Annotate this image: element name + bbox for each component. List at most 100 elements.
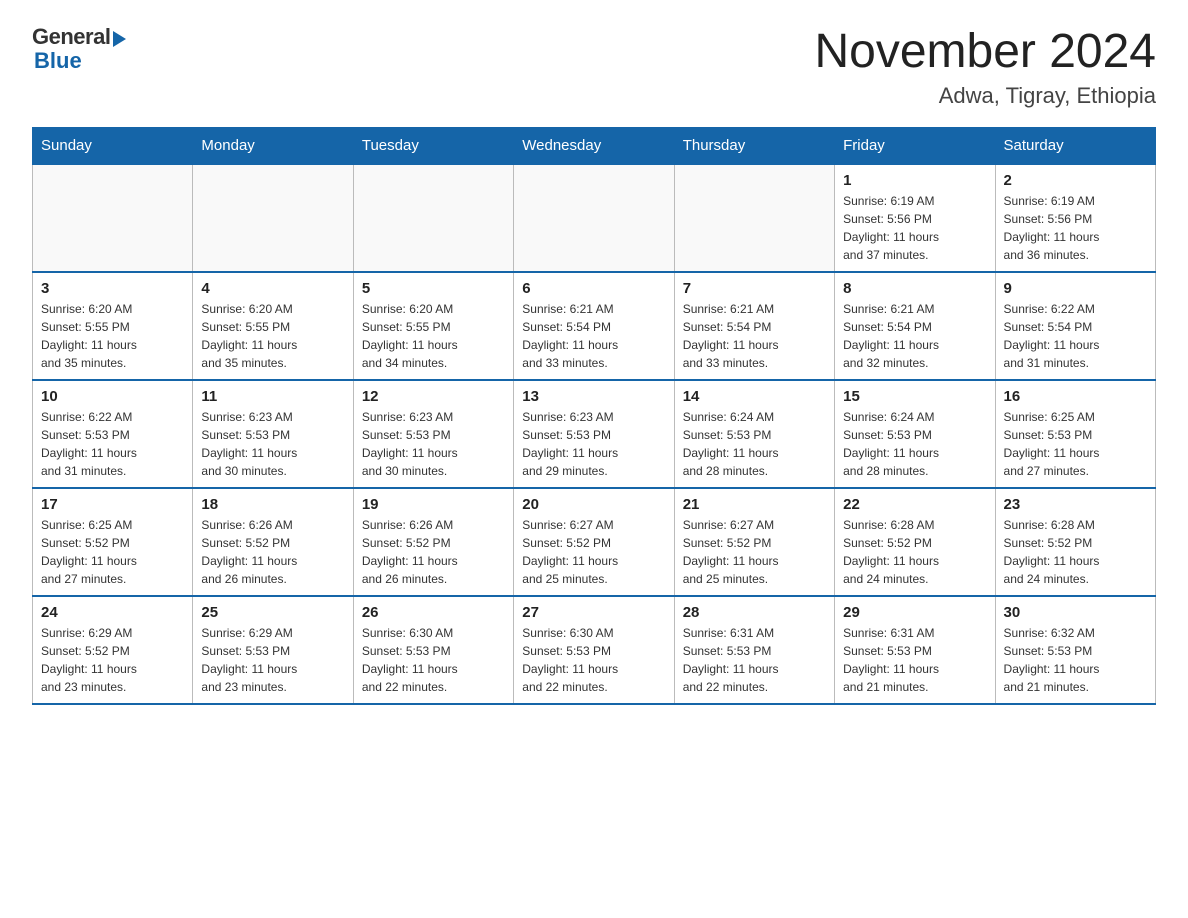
day-number: 29	[843, 604, 986, 621]
page-subtitle: Adwa, Tigray, Ethiopia	[814, 83, 1156, 109]
day-number: 12	[362, 388, 505, 405]
day-number: 8	[843, 280, 986, 297]
calendar-cell: 28Sunrise: 6:31 AM Sunset: 5:53 PM Dayli…	[674, 596, 834, 704]
day-number: 20	[522, 496, 665, 513]
calendar-cell: 26 Sunrise: 6:30 AM Sunset: 5:53 PM Dayli…	[353, 596, 513, 704]
day-number: 25	[201, 604, 344, 621]
day-info: Sunrise: 6:31 AM Sunset: 5:53 PM Dayligh…	[843, 626, 939, 694]
day-number: 5	[362, 280, 505, 297]
day-number: 21	[683, 496, 826, 513]
calendar-cell: 6 Sunrise: 6:21 AM Sunset: 5:54 PM Daylig…	[514, 272, 674, 380]
day-number: 26	[362, 604, 505, 621]
calendar-cell: 19 Sunrise: 6:26 AM Sunset: 5:52 PM Dayli…	[353, 488, 513, 596]
day-info: Sunrise: 6:21 AM Sunset: 5:54 PM Dayligh…	[522, 302, 618, 370]
day-info: Sunrise: 6:30 AM Sunset: 5:53 PM Dayligh…	[362, 626, 458, 694]
day-info: Sunrise: 6:26 AM Sunset: 5:52 PM Dayligh…	[362, 518, 458, 586]
day-info: Sunrise: 6:26 AM Sunset: 5:52 PM Dayligh…	[201, 518, 297, 586]
calendar-header-tuesday: Tuesday	[353, 128, 513, 165]
calendar-table: SundayMondayTuesdayWednesdayThursdayFrid…	[32, 127, 1156, 705]
calendar-cell: 22 Sunrise: 6:28 AM Sunset: 5:52 PM Dayli…	[835, 488, 995, 596]
day-info: Sunrise: 6:21 AM Sunset: 5:54 PM Dayligh…	[843, 302, 939, 370]
logo: General Blue	[32, 24, 126, 74]
calendar-week-row: 1 Sunrise: 6:19 AM Sunset: 5:56 PM Daylig…	[33, 164, 1156, 272]
day-number: 11	[201, 388, 344, 405]
day-info: Sunrise: 6:23 AM Sunset: 5:53 PM Dayligh…	[362, 410, 458, 478]
calendar-cell: 3 Sunrise: 6:20 AM Sunset: 5:55 PM Daylig…	[33, 272, 193, 380]
day-info: Sunrise: 6:29 AM Sunset: 5:52 PM Dayligh…	[41, 626, 137, 694]
calendar-cell: 23 Sunrise: 6:28 AM Sunset: 5:52 PM Dayli…	[995, 488, 1155, 596]
day-number: 4	[201, 280, 344, 297]
calendar-week-row: 17 Sunrise: 6:25 AM Sunset: 5:52 PM Dayli…	[33, 488, 1156, 596]
calendar-week-row: 24 Sunrise: 6:29 AM Sunset: 5:52 PM Dayli…	[33, 596, 1156, 704]
day-number: 23	[1004, 496, 1147, 513]
day-info: Sunrise: 6:24 AM Sunset: 5:53 PM Dayligh…	[843, 410, 939, 478]
day-number: 27	[522, 604, 665, 621]
calendar-cell	[353, 164, 513, 272]
calendar-cell: 16 Sunrise: 6:25 AM Sunset: 5:53 PM Dayli…	[995, 380, 1155, 488]
day-info: Sunrise: 6:22 AM Sunset: 5:53 PM Dayligh…	[41, 410, 137, 478]
calendar-cell: 13 Sunrise: 6:23 AM Sunset: 5:53 PM Dayli…	[514, 380, 674, 488]
calendar-cell: 20 Sunrise: 6:27 AM Sunset: 5:52 PM Dayli…	[514, 488, 674, 596]
day-info: Sunrise: 6:19 AM Sunset: 5:56 PM Dayligh…	[843, 194, 939, 262]
day-number: 15	[843, 388, 986, 405]
day-info: Sunrise: 6:21 AM Sunset: 5:54 PM Dayligh…	[683, 302, 779, 370]
page-title: November 2024	[814, 24, 1156, 79]
calendar-week-row: 10 Sunrise: 6:22 AM Sunset: 5:53 PM Dayli…	[33, 380, 1156, 488]
day-info: Sunrise: 6:23 AM Sunset: 5:53 PM Dayligh…	[522, 410, 618, 478]
day-number: 10	[41, 388, 184, 405]
day-info: Sunrise: 6:20 AM Sunset: 5:55 PM Dayligh…	[362, 302, 458, 370]
calendar-cell: 12 Sunrise: 6:23 AM Sunset: 5:53 PM Dayli…	[353, 380, 513, 488]
day-number: 19	[362, 496, 505, 513]
calendar-cell: 29 Sunrise: 6:31 AM Sunset: 5:53 PM Dayli…	[835, 596, 995, 704]
calendar-cell: 25 Sunrise: 6:29 AM Sunset: 5:53 PM Dayli…	[193, 596, 353, 704]
calendar-cell: 21 Sunrise: 6:27 AM Sunset: 5:52 PM Dayli…	[674, 488, 834, 596]
day-info: Sunrise: 6:27 AM Sunset: 5:52 PM Dayligh…	[683, 518, 779, 586]
calendar-cell: 27 Sunrise: 6:30 AM Sunset: 5:53 PM Dayli…	[514, 596, 674, 704]
day-number: 22	[843, 496, 986, 513]
calendar-cell: 14 Sunrise: 6:24 AM Sunset: 5:53 PM Dayli…	[674, 380, 834, 488]
day-number: 13	[522, 388, 665, 405]
calendar-cell	[193, 164, 353, 272]
day-info: Sunrise: 6:32 AM Sunset: 5:53 PM Dayligh…	[1004, 626, 1100, 694]
day-number: 3	[41, 280, 184, 297]
calendar-header-monday: Monday	[193, 128, 353, 165]
calendar-cell: 1 Sunrise: 6:19 AM Sunset: 5:56 PM Daylig…	[835, 164, 995, 272]
day-info: Sunrise: 6:28 AM Sunset: 5:52 PM Dayligh…	[1004, 518, 1100, 586]
day-info: Sunrise: 6:28 AM Sunset: 5:52 PM Dayligh…	[843, 518, 939, 586]
calendar-cell: 4Sunrise: 6:20 AM Sunset: 5:55 PM Daylig…	[193, 272, 353, 380]
day-info: Sunrise: 6:20 AM Sunset: 5:55 PM Dayligh…	[41, 302, 137, 370]
calendar-header-saturday: Saturday	[995, 128, 1155, 165]
day-info: Sunrise: 6:29 AM Sunset: 5:53 PM Dayligh…	[201, 626, 297, 694]
calendar-cell	[33, 164, 193, 272]
day-info: Sunrise: 6:25 AM Sunset: 5:52 PM Dayligh…	[41, 518, 137, 586]
logo-arrow-icon	[113, 31, 126, 47]
calendar-week-row: 3 Sunrise: 6:20 AM Sunset: 5:55 PM Daylig…	[33, 272, 1156, 380]
calendar-cell	[514, 164, 674, 272]
logo-general-text: General	[32, 24, 110, 50]
day-info: Sunrise: 6:31 AM Sunset: 5:53 PM Dayligh…	[683, 626, 779, 694]
calendar-cell: 17 Sunrise: 6:25 AM Sunset: 5:52 PM Dayli…	[33, 488, 193, 596]
day-number: 17	[41, 496, 184, 513]
day-number: 24	[41, 604, 184, 621]
day-number: 1	[843, 172, 986, 189]
calendar-header-wednesday: Wednesday	[514, 128, 674, 165]
calendar-cell: 8 Sunrise: 6:21 AM Sunset: 5:54 PM Daylig…	[835, 272, 995, 380]
calendar-cell: 9Sunrise: 6:22 AM Sunset: 5:54 PM Daylig…	[995, 272, 1155, 380]
calendar-header-sunday: Sunday	[33, 128, 193, 165]
day-info: Sunrise: 6:25 AM Sunset: 5:53 PM Dayligh…	[1004, 410, 1100, 478]
day-number: 16	[1004, 388, 1147, 405]
day-number: 30	[1004, 604, 1147, 621]
calendar-cell: 11Sunrise: 6:23 AM Sunset: 5:53 PM Dayli…	[193, 380, 353, 488]
page-header: General Blue November 2024 Adwa, Tigray,…	[32, 24, 1156, 109]
title-block: November 2024 Adwa, Tigray, Ethiopia	[814, 24, 1156, 109]
logo-blue-text: Blue	[34, 48, 82, 74]
calendar-header-row: SundayMondayTuesdayWednesdayThursdayFrid…	[33, 128, 1156, 165]
day-number: 18	[201, 496, 344, 513]
day-number: 6	[522, 280, 665, 297]
day-info: Sunrise: 6:27 AM Sunset: 5:52 PM Dayligh…	[522, 518, 618, 586]
calendar-cell: 2Sunrise: 6:19 AM Sunset: 5:56 PM Daylig…	[995, 164, 1155, 272]
day-number: 14	[683, 388, 826, 405]
day-info: Sunrise: 6:30 AM Sunset: 5:53 PM Dayligh…	[522, 626, 618, 694]
day-info: Sunrise: 6:24 AM Sunset: 5:53 PM Dayligh…	[683, 410, 779, 478]
day-info: Sunrise: 6:19 AM Sunset: 5:56 PM Dayligh…	[1004, 194, 1100, 262]
